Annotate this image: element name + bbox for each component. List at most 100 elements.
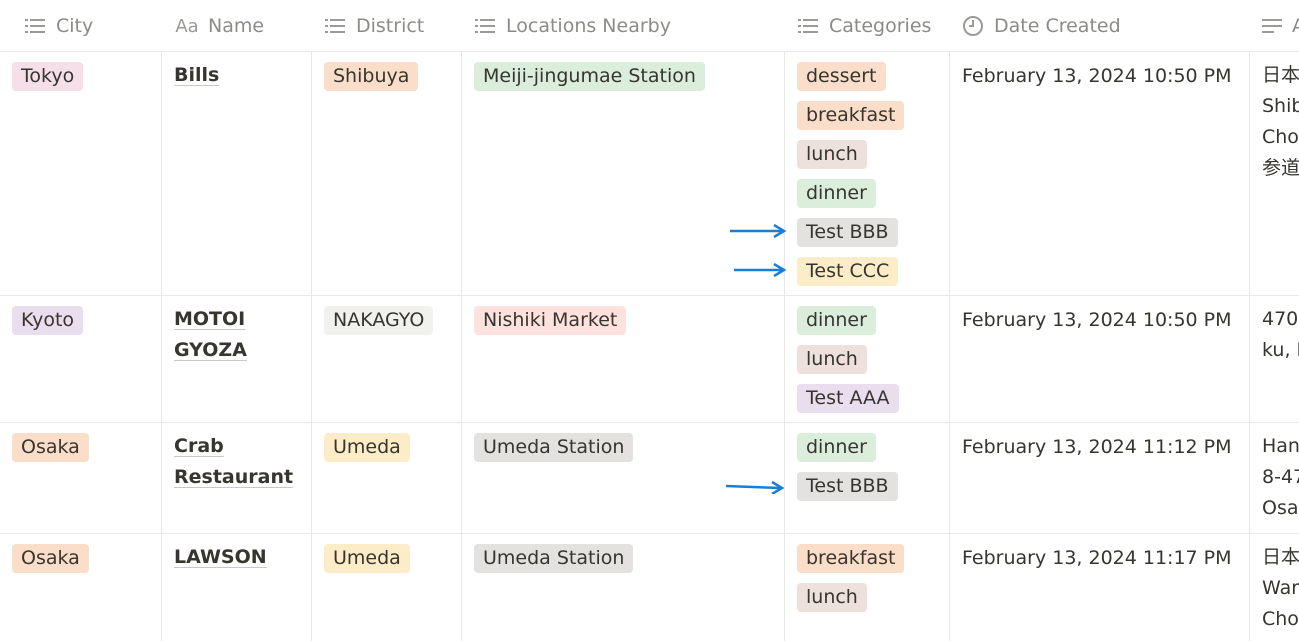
district-tag: Shibuya <box>324 62 419 91</box>
city-cell[interactable]: Osaka <box>12 534 160 641</box>
address-line: War <box>1262 577 1299 599</box>
locations-cell[interactable]: Nishiki Market <box>474 296 782 422</box>
column-header-date-created[interactable]: Date Created <box>962 0 1242 52</box>
date-cell[interactable]: February 13, 2024 11:17 PM <box>962 534 1247 641</box>
column-header-label: Date Created <box>994 15 1121 37</box>
address-line: 日本、 <box>1262 64 1299 86</box>
location-tag: Nishiki Market <box>474 306 627 335</box>
location-tag: Umeda Station <box>474 544 634 573</box>
address-cell[interactable]: 日本、 Shib Cho 参道 <box>1262 52 1299 295</box>
district-tag: Umeda <box>324 544 410 573</box>
locations-cell[interactable]: Umeda Station <box>474 534 782 641</box>
categories-cell[interactable]: breakfast lunch <box>797 534 947 641</box>
name-cell[interactable]: LAWSON <box>174 534 309 641</box>
locations-cell[interactable]: Umeda Station <box>474 423 782 533</box>
column-header-label: Locations Nearby <box>506 15 671 37</box>
name-line[interactable]: Crab <box>174 431 309 462</box>
location-tag: Umeda Station <box>474 433 634 462</box>
date-created-value: February 13, 2024 11:12 PM <box>962 436 1232 458</box>
address-cell[interactable]: 日本、 War Cho <box>1262 534 1299 641</box>
name-line[interactable]: Bills <box>174 60 309 91</box>
category-tag: Test BBB <box>797 472 898 501</box>
city-cell[interactable]: Tokyo <box>12 52 160 295</box>
date-created-value: February 13, 2024 11:17 PM <box>962 547 1232 569</box>
column-header-address[interactable]: A <box>1262 0 1299 52</box>
clock-icon <box>962 15 984 37</box>
list-icon <box>797 15 819 37</box>
table-row[interactable]: Osaka LAWSON Umeda Umeda Station breakfa… <box>0 534 1299 641</box>
address-line: 470- <box>1262 308 1299 330</box>
district-tag: Umeda <box>324 433 410 462</box>
name-cell[interactable]: MOTOI GYOZA <box>174 296 309 422</box>
date-cell[interactable]: February 13, 2024 10:50 PM <box>962 296 1247 422</box>
categories-cell[interactable]: dessert breakfast lunch dinner Test BBB … <box>797 52 947 295</box>
address-line: 日本、 <box>1262 546 1299 568</box>
column-header-locations-nearby[interactable]: Locations Nearby <box>474 0 774 52</box>
city-cell[interactable]: Osaka <box>12 423 160 533</box>
date-created-value: February 13, 2024 10:50 PM <box>962 309 1232 331</box>
name-line[interactable]: MOTOI <box>174 304 309 335</box>
city-tag: Tokyo <box>12 62 84 91</box>
category-tag: dessert <box>797 62 886 91</box>
address-line: Osak <box>1262 497 1299 519</box>
category-tag: lunch <box>797 583 867 612</box>
category-tag: lunch <box>797 140 867 169</box>
annotation-arrow-icon <box>734 263 787 277</box>
category-tag: breakfast <box>797 101 905 130</box>
name-cell[interactable]: Bills <box>174 52 309 295</box>
column-header-label: A <box>1292 15 1299 37</box>
category-tag: dinner <box>797 306 876 335</box>
district-tag: NAKAGYO <box>324 306 434 335</box>
district-cell[interactable]: Shibuya <box>324 52 459 295</box>
category-tag: lunch <box>797 345 867 374</box>
address-line: 参道 <box>1262 157 1299 179</box>
address-line: Shib <box>1262 95 1299 117</box>
locations-cell[interactable]: Meiji-jingumae Station <box>474 52 782 295</box>
city-tag: Osaka <box>12 433 89 462</box>
location-tag: Meiji-jingumae Station <box>474 62 705 91</box>
address-line: Han <box>1262 435 1299 457</box>
district-cell[interactable]: NAKAGYO <box>324 296 459 422</box>
column-header-district[interactable]: District <box>324 0 454 52</box>
categories-cell[interactable]: dinner Test BBB <box>797 423 947 533</box>
district-cell[interactable]: Umeda <box>324 423 459 533</box>
name-line[interactable]: LAWSON <box>174 542 309 573</box>
name-line[interactable]: Restaurant <box>174 462 309 493</box>
annotation-arrow-icon <box>725 480 785 494</box>
category-tag: Test AAA <box>797 384 899 413</box>
city-cell[interactable]: Kyoto <box>12 296 160 422</box>
column-header-name[interactable]: Aa Name <box>174 0 304 52</box>
district-cell[interactable]: Umeda <box>324 534 459 641</box>
list-icon <box>24 15 46 37</box>
categories-cell[interactable]: dinner lunch Test AAA <box>797 296 947 422</box>
date-cell[interactable]: February 13, 2024 10:50 PM <box>962 52 1247 295</box>
address-line: Cho <box>1262 126 1299 148</box>
name-cell[interactable]: Crab Restaurant <box>174 423 309 533</box>
address-line: Cho <box>1262 608 1299 630</box>
column-header-label: Categories <box>829 15 932 37</box>
date-cell[interactable]: February 13, 2024 11:12 PM <box>962 423 1247 533</box>
text-icon <box>1262 15 1282 37</box>
address-cell[interactable]: Han 8-47 Osak <box>1262 423 1299 533</box>
column-header-categories[interactable]: Categories <box>797 0 947 52</box>
table-row[interactable]: Kyoto MOTOI GYOZA NAKAGYO Nishiki Market… <box>0 296 1299 423</box>
category-tag: breakfast <box>797 544 905 573</box>
table-row[interactable]: Tokyo Bills Shibuya Meiji-jingumae Stati… <box>0 52 1299 296</box>
list-icon <box>474 15 496 37</box>
category-tag: Test BBB <box>797 218 898 247</box>
category-tag: dinner <box>797 179 876 208</box>
name-line[interactable]: GYOZA <box>174 335 309 366</box>
category-tag: Test CCC <box>797 257 899 286</box>
address-cell[interactable]: 470- ku, K <box>1262 296 1299 422</box>
table-row[interactable]: Osaka Crab Restaurant Umeda Umeda Statio… <box>0 423 1299 534</box>
database-table: City Aa Name District Locations Nearby C… <box>0 0 1299 641</box>
address-line: ku, K <box>1262 339 1299 361</box>
date-created-value: February 13, 2024 10:50 PM <box>962 65 1232 87</box>
annotation-arrow-icon <box>730 224 787 238</box>
list-icon <box>324 15 346 37</box>
column-header-label: City <box>56 15 94 37</box>
category-tag: dinner <box>797 433 876 462</box>
column-header-city[interactable]: City <box>24 0 154 52</box>
column-header-label: District <box>356 15 425 37</box>
column-header-label: Name <box>208 15 265 37</box>
